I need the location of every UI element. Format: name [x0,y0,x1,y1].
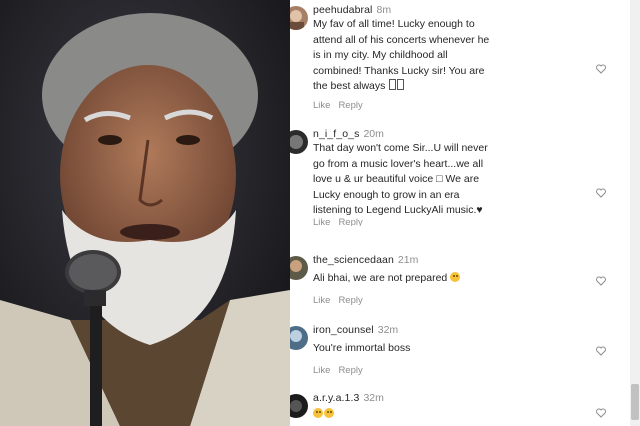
comment-username[interactable]: n_i_f_o_s [313,128,359,140]
heart-outline-icon[interactable] [596,276,606,286]
comment-time: 32m [377,324,399,336]
reply-link[interactable]: Reply [338,217,362,226]
reply-link[interactable]: Reply [338,100,362,111]
comments-panel: peehudabral 8m My fav of all time! Lucky … [290,0,640,426]
comment-text: Ali bhai, we are not prepared [313,271,613,287]
scrollbar-thumb[interactable] [631,384,639,420]
comment-time: 32m [363,392,384,404]
comment-text: You're immortal boss [313,342,411,354]
emoji-glyph [397,79,405,90]
avatar[interactable] [290,6,308,30]
like-link[interactable]: Like [313,365,330,376]
heart-outline-icon[interactable] [596,188,606,198]
comment-username[interactable]: the_sciencedaan [313,254,394,266]
comment-text: That day won't come Sir...U will never g… [313,142,488,216]
smiley-emoji [313,408,323,418]
reply-link[interactable]: Reply [338,295,362,306]
heart-outline-icon[interactable] [596,64,606,74]
reply-link[interactable]: Reply [338,365,362,376]
avatar[interactable] [290,256,308,280]
avatar[interactable] [290,394,308,418]
comment-username[interactable]: peehudabral [313,4,373,16]
comment-text [313,407,613,423]
comment-time: 21m [397,254,419,266]
emoji-glyph [389,79,397,90]
heart-outline-icon[interactable] [596,346,606,356]
comment-time: 8m [376,4,392,16]
singer-photo [0,0,290,426]
video-frame [0,0,290,426]
smiley-emoji [450,272,461,282]
avatar[interactable] [290,130,308,154]
comment-username[interactable]: iron_counsel [313,324,374,336]
comment-username[interactable]: a.r.y.a.1.3 [313,392,359,404]
scrollbar[interactable] [630,0,640,426]
like-link[interactable]: Like [313,217,330,226]
like-link[interactable]: Like [313,295,330,306]
comment-text: My fav of all time! Lucky enough to atte… [313,18,490,92]
heart-outline-icon[interactable] [596,408,606,418]
smiley-emoji [324,408,334,418]
avatar[interactable] [290,326,308,350]
comment-time: 20m [363,128,384,140]
like-link[interactable]: Like [313,100,330,111]
